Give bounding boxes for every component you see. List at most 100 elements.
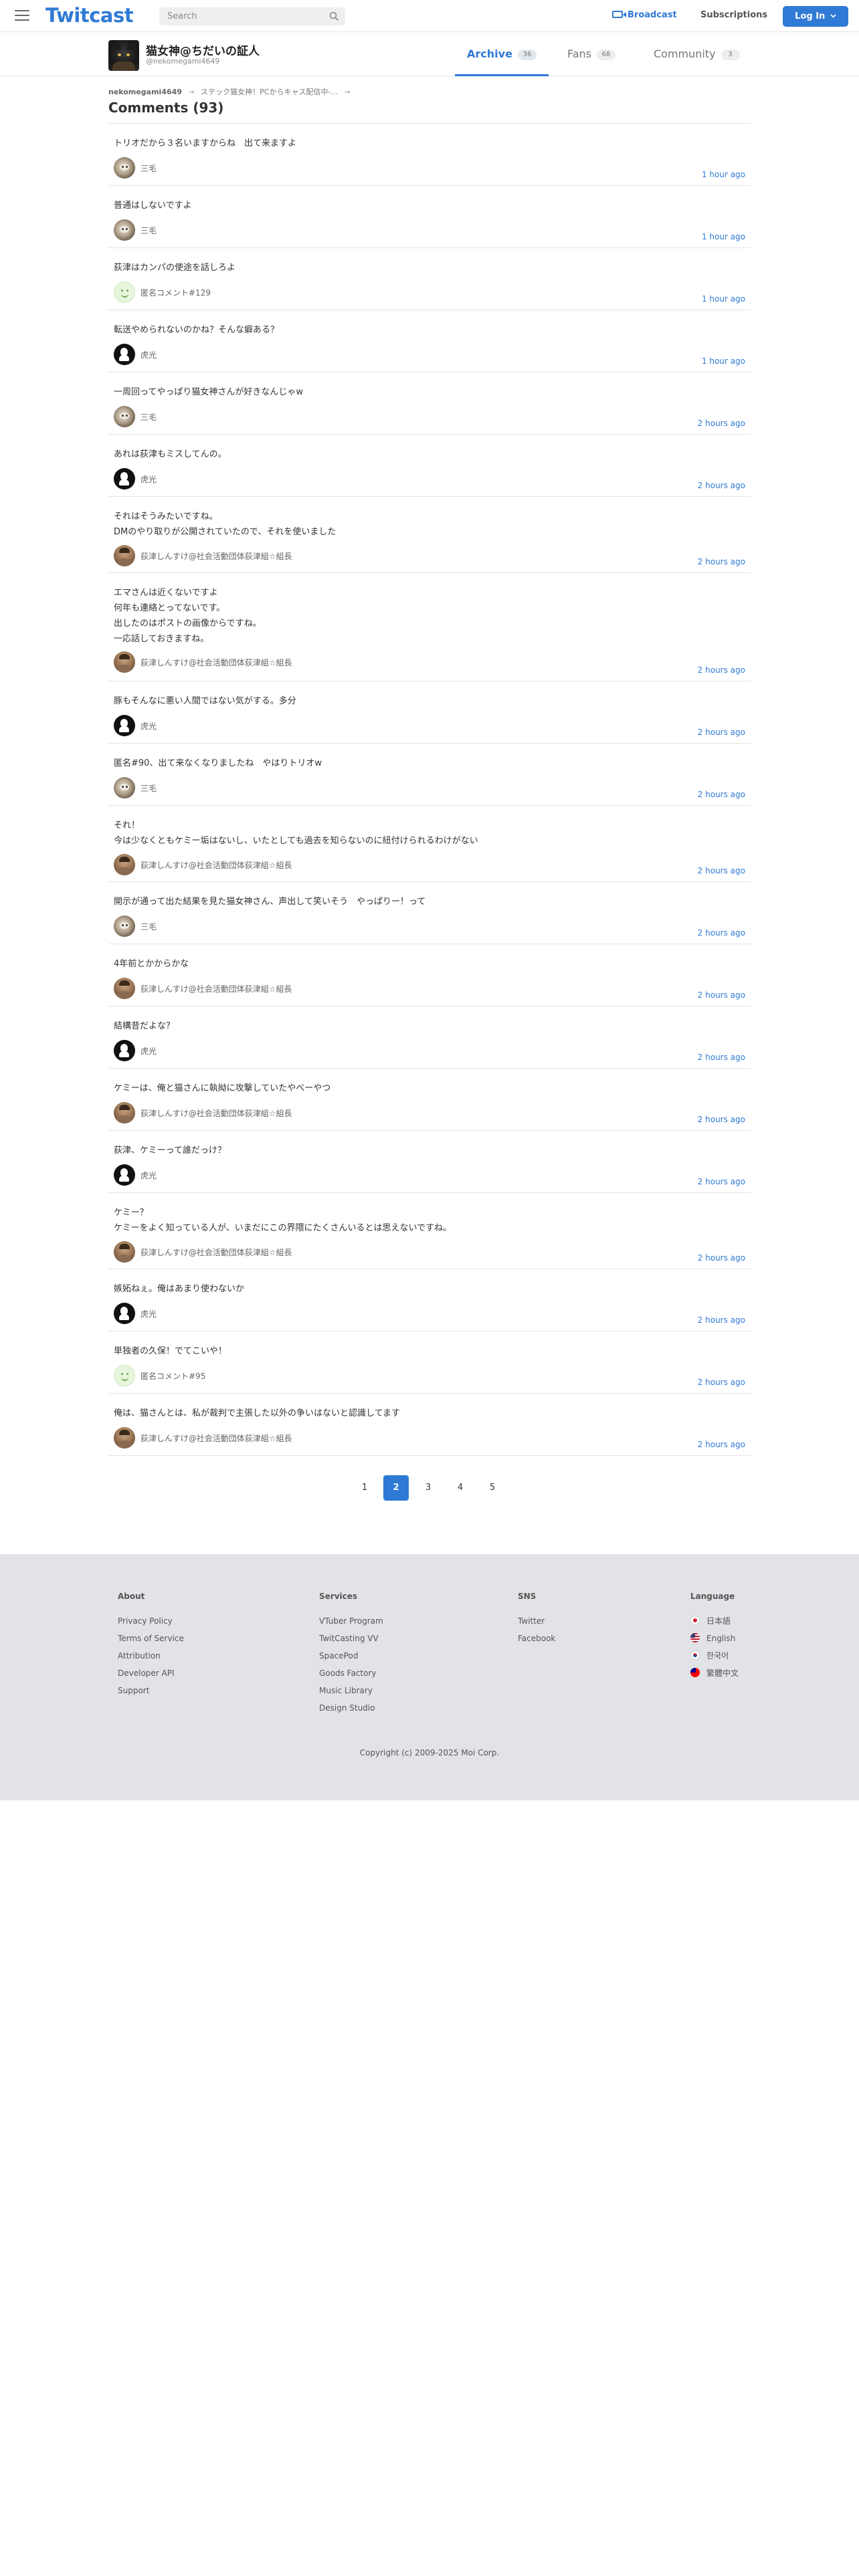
comment-timestamp[interactable]: 2 hours ago: [698, 1440, 745, 1449]
commenter-avatar[interactable]: [114, 157, 135, 179]
comment-timestamp[interactable]: 2 hours ago: [698, 1378, 745, 1387]
footer-link-design-studio[interactable]: Design Studio: [319, 1699, 383, 1717]
subscriptions-link[interactable]: Subscriptions: [700, 10, 767, 20]
commenter-name[interactable]: 三毛: [140, 921, 157, 932]
commenter-name[interactable]: 荻津しんすけ@社会活動団体荻津組☆組長: [140, 550, 292, 562]
search-icon[interactable]: [329, 11, 339, 21]
language-option-japanese[interactable]: 日本語: [690, 1612, 739, 1630]
commenter-avatar[interactable]: [114, 1241, 135, 1263]
breadcrumb-user[interactable]: nekomegami4649: [108, 88, 182, 96]
comment-timestamp[interactable]: 1 hour ago: [702, 294, 745, 304]
commenter-name[interactable]: 荻津しんすけ@社会活動団体荻津組☆組長: [140, 1107, 292, 1119]
commenter-name[interactable]: 虎光: [140, 349, 157, 360]
comment-timestamp[interactable]: 2 hours ago: [698, 419, 745, 428]
commenter-name[interactable]: 三毛: [140, 163, 157, 174]
comment-timestamp[interactable]: 2 hours ago: [698, 1177, 745, 1186]
footer-link-terms-of-service[interactable]: Terms of Service: [118, 1630, 184, 1647]
commenter-avatar[interactable]: [114, 1303, 135, 1324]
chevron-down-icon: [830, 14, 836, 18]
commenter-avatar[interactable]: [114, 854, 135, 875]
comment-timestamp[interactable]: 2 hours ago: [698, 990, 745, 1000]
commenter-name[interactable]: 荻津しんすけ@社会活動団体荻津組☆組長: [140, 1432, 292, 1444]
page-link-3[interactable]: 3: [415, 1475, 441, 1501]
commenter-name[interactable]: 荻津しんすけ@社会活動団体荻津組☆組長: [140, 1247, 292, 1258]
commenter-name[interactable]: 荻津しんすけ@社会活動団体荻津組☆組長: [140, 983, 292, 994]
commenter-avatar[interactable]: [114, 916, 135, 937]
hamburger-menu-icon[interactable]: [15, 10, 29, 22]
commenter-avatar[interactable]: [114, 1427, 135, 1448]
commenter-avatar[interactable]: [114, 219, 135, 241]
footer-link-music-library[interactable]: Music Library: [319, 1682, 383, 1699]
commenter-avatar[interactable]: [114, 468, 135, 490]
footer-link-spacepod[interactable]: SpacePod: [319, 1647, 383, 1665]
page-link-1[interactable]: 1: [352, 1475, 377, 1501]
language-option-english[interactable]: English: [690, 1630, 739, 1647]
breadcrumb-movie[interactable]: ステック猫女神！PCからキャス配信中‐...: [201, 88, 338, 96]
footer-link-support[interactable]: Support: [118, 1682, 184, 1699]
comment-timestamp[interactable]: 1 hour ago: [702, 356, 745, 366]
comment-timestamp[interactable]: 2 hours ago: [698, 1315, 745, 1325]
commenter-name[interactable]: 三毛: [140, 225, 157, 236]
comment-timestamp[interactable]: 2 hours ago: [698, 1253, 745, 1263]
commenter-name[interactable]: 匿名コメント#129: [140, 287, 211, 298]
comment-timestamp[interactable]: 2 hours ago: [698, 790, 745, 799]
commenter-name[interactable]: 虎光: [140, 1045, 157, 1057]
footer-link-twitcasting-vv[interactable]: TwitCasting VV: [319, 1630, 383, 1647]
comment-timestamp[interactable]: 1 hour ago: [702, 170, 745, 179]
page-link-5[interactable]: 5: [480, 1475, 505, 1501]
page-link-4[interactable]: 4: [448, 1475, 473, 1501]
language-option-traditional-chinese[interactable]: 繁體中文: [690, 1665, 739, 1682]
commenter-name[interactable]: 荻津しんすけ@社会活動団体荻津組☆組長: [140, 859, 292, 871]
commenter-avatar[interactable]: [114, 1164, 135, 1186]
comment-timestamp[interactable]: 2 hours ago: [698, 1115, 745, 1124]
comment-timestamp[interactable]: 2 hours ago: [698, 481, 745, 490]
comment-item: それ！ 今は少なくともケミー垢はないし、いたとしても過去を知らないのに紐付けられ…: [108, 806, 751, 882]
footer-link-goods-factory[interactable]: Goods Factory: [319, 1665, 383, 1682]
commenter-avatar[interactable]: [114, 1102, 135, 1123]
language-option-korean[interactable]: 한국어: [690, 1647, 739, 1665]
search-input[interactable]: [167, 10, 321, 23]
commenter-avatar[interactable]: [114, 651, 135, 673]
user-avatar[interactable]: [108, 40, 139, 71]
comment-timestamp[interactable]: 1 hour ago: [702, 232, 745, 241]
footer-link-facebook[interactable]: Facebook: [518, 1630, 555, 1647]
commenter-name[interactable]: 虎光: [140, 473, 157, 485]
tab-archive[interactable]: Archive 36: [455, 32, 549, 76]
commenter-avatar[interactable]: [114, 282, 135, 303]
commenter-avatar[interactable]: [114, 344, 135, 365]
commenter-avatar[interactable]: [114, 1365, 135, 1386]
comment-timestamp[interactable]: 2 hours ago: [698, 866, 745, 875]
comment-timestamp[interactable]: 2 hours ago: [698, 728, 745, 737]
tab-fans[interactable]: Fans 68: [567, 32, 616, 76]
commenter-avatar[interactable]: [114, 406, 135, 427]
commenter-avatar[interactable]: [114, 715, 135, 736]
comment-item: 結構昔だよな？ 虎光 2 hours ago: [108, 1006, 751, 1069]
footer-link-attribution[interactable]: Attribution: [118, 1647, 184, 1665]
footer-link-privacy-policy[interactable]: Privacy Policy: [118, 1612, 184, 1630]
tab-community[interactable]: Community 3: [654, 32, 740, 76]
comment-timestamp[interactable]: 2 hours ago: [698, 557, 745, 566]
login-button[interactable]: Log In: [783, 6, 848, 27]
broadcast-link[interactable]: Broadcast: [612, 10, 677, 20]
commenter-avatar[interactable]: [114, 545, 135, 566]
footer-link-vtuber-program[interactable]: VTuber Program: [319, 1612, 383, 1630]
commenter-name[interactable]: 虎光: [140, 1170, 157, 1181]
commenter-name[interactable]: 三毛: [140, 782, 157, 794]
tab-fans-count: 68: [597, 49, 616, 60]
footer-link-twitter[interactable]: Twitter: [518, 1612, 555, 1630]
commenter-name[interactable]: 虎光: [140, 720, 157, 732]
comment-timestamp[interactable]: 2 hours ago: [698, 1053, 745, 1062]
commenter-name[interactable]: 虎光: [140, 1308, 157, 1319]
commenter-name[interactable]: 三毛: [140, 411, 157, 423]
twitcast-logo[interactable]: Twitcast: [45, 4, 134, 27]
footer-link-developer-api[interactable]: Developer API: [118, 1665, 184, 1682]
commenter-avatar[interactable]: [114, 777, 135, 798]
user-display-name[interactable]: 猫女神@ちだいの証人: [146, 41, 260, 58]
commenter-avatar[interactable]: [114, 1040, 135, 1061]
comment-timestamp[interactable]: 2 hours ago: [698, 665, 745, 675]
comment-timestamp[interactable]: 2 hours ago: [698, 928, 745, 938]
page-link-2-current[interactable]: 2: [383, 1475, 409, 1501]
commenter-name[interactable]: 匿名コメント#95: [140, 1370, 205, 1382]
commenter-name[interactable]: 荻津しんすけ@社会活動団体荻津組☆組長: [140, 657, 292, 668]
commenter-avatar[interactable]: [114, 978, 135, 999]
